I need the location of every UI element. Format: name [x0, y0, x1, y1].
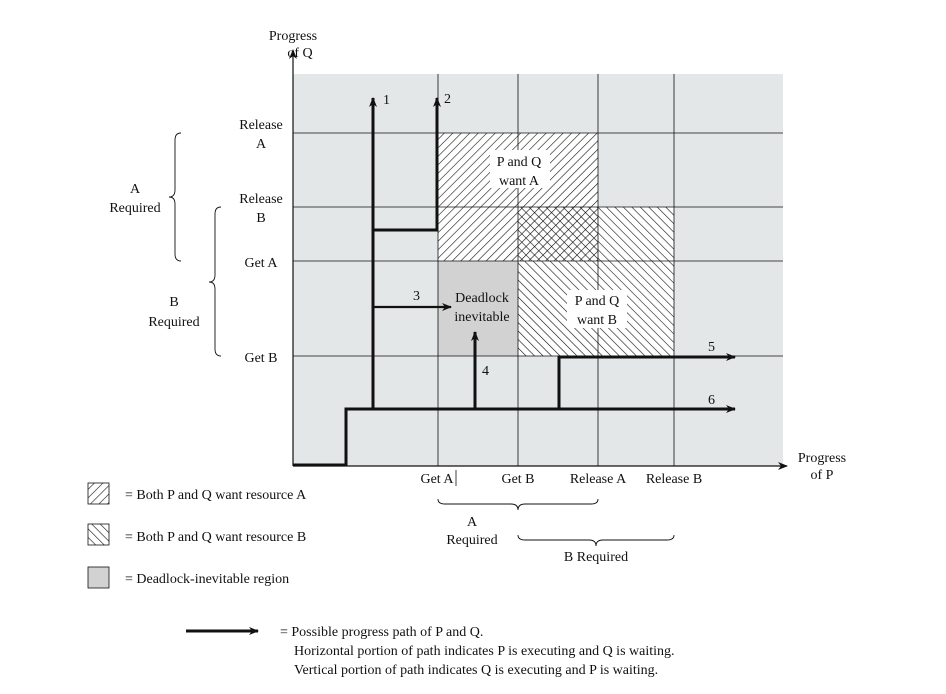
joint-progress-diagram: Progress of Q Progress of P Release A Relea… — [87, 29, 846, 678]
path-label-1: 1 — [383, 93, 390, 108]
x-tick-release-b: Release B — [646, 472, 702, 487]
legend-deadlock-swatch — [87, 566, 110, 589]
y-tick-release-b: Release B — [239, 192, 283, 226]
x-axis-title: Progress of P — [798, 451, 846, 483]
legend-want-a-swatch — [87, 482, 110, 505]
p-b-required-label: B Required — [564, 550, 628, 565]
y-axis-title: Progress of Q — [269, 29, 317, 61]
path-label-5: 5 — [708, 340, 715, 355]
y-tick-get-b: Get B — [244, 351, 277, 366]
y-tick-release-a: Release A — [239, 118, 283, 152]
x-tick-get-a: Get A — [420, 472, 454, 487]
deadlock-region — [438, 261, 518, 356]
x-tick-release-a: Release A — [570, 472, 627, 487]
legend-want-b-swatch — [87, 523, 110, 546]
legend-path: = Possible progress path of P and Q. Hori… — [280, 625, 675, 678]
q-a-required-label: A Required — [109, 182, 160, 216]
path-label-3: 3 — [413, 289, 420, 304]
path-label-2: 2 — [444, 92, 451, 107]
path-label-4: 4 — [482, 364, 489, 379]
q-b-required-label: B Required — [148, 295, 199, 330]
legend-want-b: = Both P and Q want resource B — [125, 530, 306, 545]
y-tick-get-a: Get A — [244, 256, 278, 271]
overlap-region — [518, 207, 598, 261]
legend-deadlock: = Deadlock-inevitable region — [125, 572, 289, 587]
path-label-6: 6 — [708, 393, 715, 408]
p-a-required-label: A Required — [446, 515, 497, 548]
x-tick-get-b: Get B — [501, 472, 534, 487]
legend-want-a: = Both P and Q want resource A — [125, 488, 307, 503]
